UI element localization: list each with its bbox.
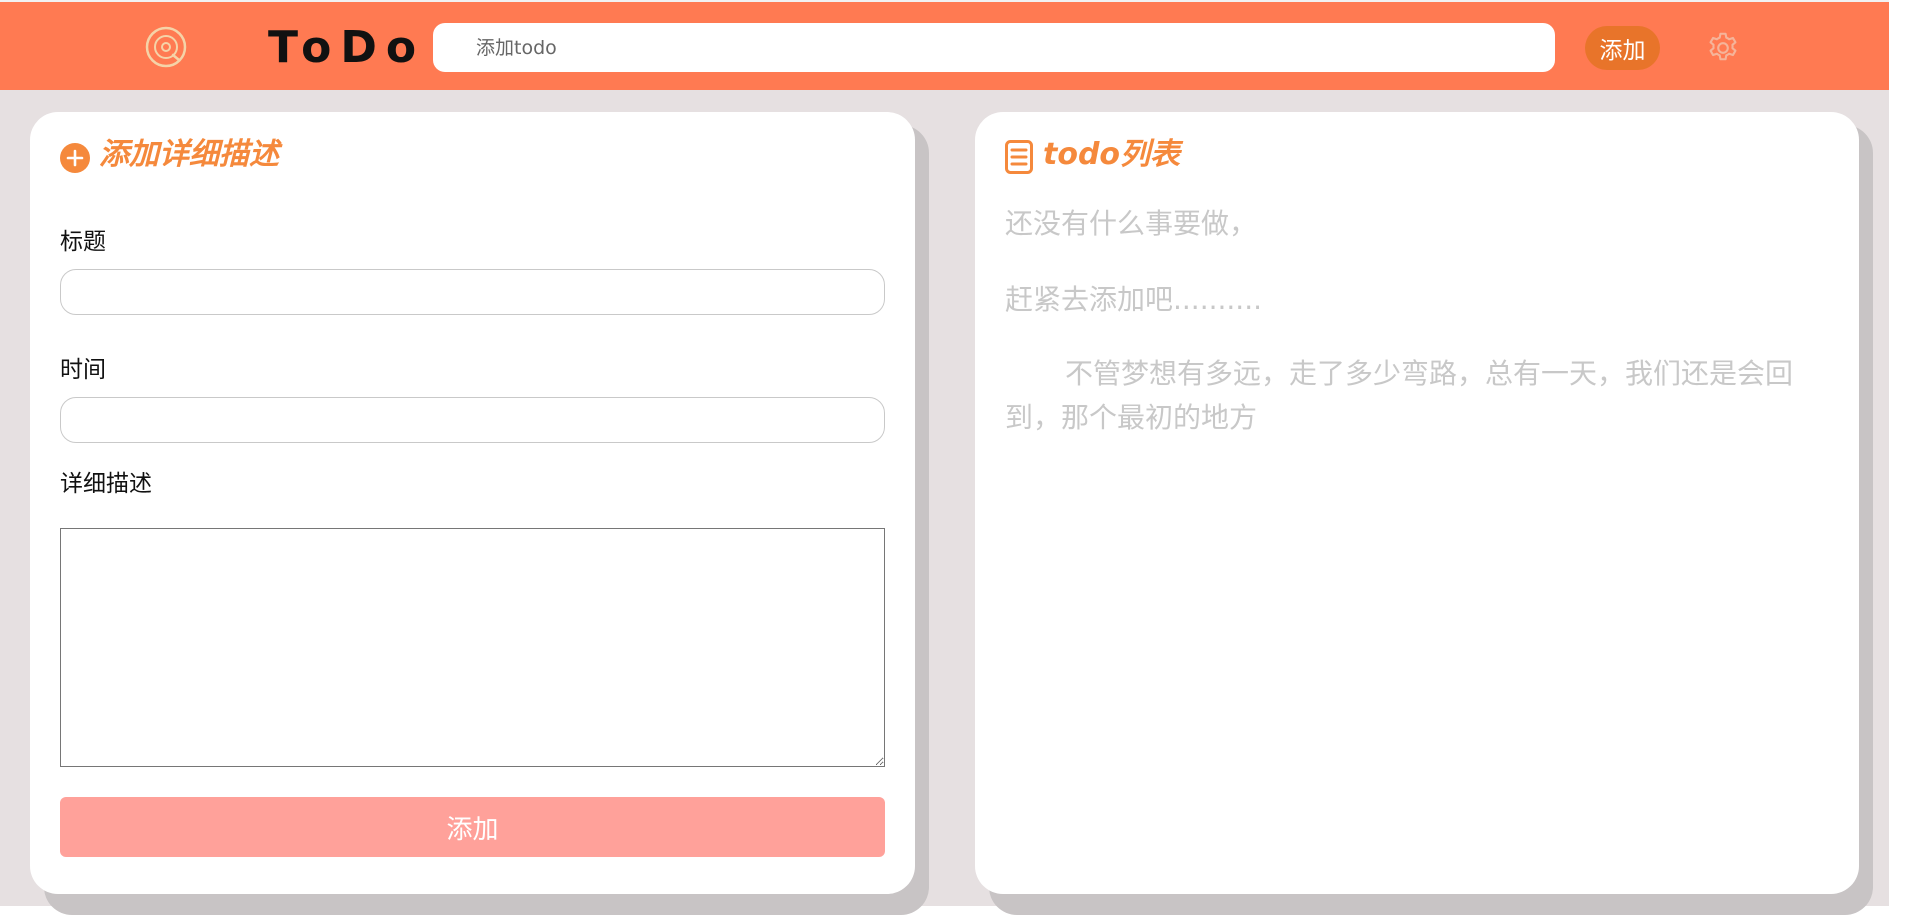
vinyl-disc-icon[interactable] <box>145 26 187 68</box>
plus-circle-icon <box>60 143 90 173</box>
gear-icon[interactable] <box>1705 30 1741 66</box>
time-field-label: 时间 <box>60 357 106 383</box>
description-textarea[interactable] <box>60 528 885 767</box>
list-panel-title: todo列表 <box>1043 137 1181 172</box>
time-field[interactable] <box>60 397 885 443</box>
title-field-label: 标题 <box>60 229 106 255</box>
empty-quote-text: 不管梦想有多远，走了多少弯路，总有一天，我们还是会回到，那个最初的地方 <box>1005 357 1794 434</box>
add-todo-input[interactable] <box>433 23 1555 72</box>
app-brand-title: ToDo <box>268 22 426 73</box>
title-field[interactable] <box>60 269 885 315</box>
empty-message-line2: 赶紧去添加吧.......... <box>1005 283 1263 316</box>
todo-list-panel: todo列表 还没有什么事要做， 赶紧去添加吧.......... 不管梦想有多… <box>975 112 1859 894</box>
header-add-button[interactable]: 添加 <box>1585 26 1660 70</box>
list-document-icon <box>1005 140 1033 174</box>
form-panel-title: 添加详细描述 <box>99 137 279 172</box>
description-field-label: 详细描述 <box>60 471 152 497</box>
submit-add-button[interactable]: 添加 <box>60 797 885 857</box>
empty-message-line1: 还没有什么事要做， <box>1005 207 1258 240</box>
top-header: ToDo 添加 <box>0 0 1889 90</box>
app-root: ToDo 添加 添加详细描述 标题 时间 详细描述 添加 todo列表 还没有什… <box>0 0 1889 915</box>
add-detail-panel: 添加详细描述 标题 时间 详细描述 添加 <box>30 112 915 894</box>
